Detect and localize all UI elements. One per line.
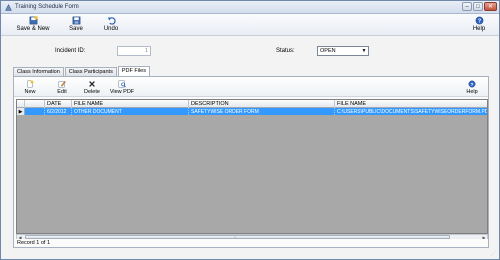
row-indicator-icon: ▶ [17, 108, 25, 115]
window-controls: – □ ✕ [462, 2, 497, 12]
pdf-files-grid: DATE FILE NAME DESCRIPTION FILE NAME ▶ 6… [16, 99, 488, 234]
help-button[interactable]: ? Help [461, 16, 497, 32]
help-icon: ? [468, 80, 476, 88]
training-schedule-window: Training Schedule Form – □ ✕ Save & New … [0, 0, 500, 260]
edit-button[interactable]: Edit [48, 80, 76, 95]
svg-text:?: ? [477, 19, 480, 25]
tab-class-participants[interactable]: Class Participants [64, 67, 117, 76]
scroll-grip-icon: ⁞ [234, 234, 236, 239]
incident-id-label: Incident ID: [55, 48, 86, 54]
edit-label: Edit [57, 89, 67, 95]
save-label: Save [69, 26, 83, 32]
save-new-button[interactable]: Save & New [15, 16, 51, 32]
undo-label: Undo [103, 26, 119, 32]
column-header-description[interactable]: DESCRIPTION [189, 100, 335, 108]
save-button[interactable]: Save [58, 16, 94, 32]
title-bar: Training Schedule Form – □ ✕ [1, 1, 499, 14]
save-icon [72, 16, 80, 25]
app-icon [5, 4, 12, 11]
cell-file-path[interactable]: C:\USERS\PUBLIC\DOCUMENTS\SAFETYWISEORDE… [335, 108, 487, 115]
incident-id-field[interactable]: 1 [117, 46, 151, 56]
row-header-corner [17, 100, 25, 108]
new-label: New [24, 89, 36, 95]
column-header-date[interactable]: DATE [45, 100, 72, 108]
delete-label: Delete [84, 89, 100, 95]
delete-icon [89, 81, 95, 87]
column-header-file-name[interactable]: FILE NAME [72, 100, 189, 108]
tab-strip: Class Information Class Participants PDF… [13, 66, 151, 76]
new-icon [27, 80, 34, 88]
pdf-toolbar: New Edit Delete View PDF ? Help [14, 77, 488, 97]
save-new-label: Save & New [16, 26, 50, 32]
grid-header: DATE FILE NAME DESCRIPTION FILE NAME [17, 100, 487, 108]
view-pdf-label: View PDF [109, 89, 135, 95]
tab-pdf-files[interactable]: PDF Files [117, 66, 150, 76]
column-header-file-path[interactable]: FILE NAME [335, 100, 487, 108]
status-select[interactable]: OPEN ▼ [317, 46, 369, 56]
pdf-files-panel: New Edit Delete View PDF ? Help DATE FIL… [13, 76, 489, 248]
cell-file-name[interactable]: OTHER DOCUMENT [72, 108, 189, 115]
close-button[interactable]: ✕ [484, 2, 497, 11]
help-label: Help [472, 26, 486, 32]
pdf-help-label: Help [466, 89, 478, 95]
save-new-icon [29, 16, 38, 25]
view-pdf-icon [118, 80, 126, 88]
resize-grip-icon[interactable]: ⋰ [491, 251, 497, 257]
view-pdf-button[interactable]: View PDF [108, 80, 136, 95]
new-button[interactable]: New [16, 80, 44, 95]
cell-description[interactable]: SAFETYWISE ORDER FORM [189, 108, 335, 115]
svg-text:?: ? [471, 82, 474, 88]
column-spacer [25, 100, 45, 108]
help-icon: ? [475, 16, 483, 25]
record-status-bar: Record 1 of 1 [13, 239, 489, 248]
undo-icon [107, 17, 116, 25]
window-title: Training Schedule Form [15, 4, 79, 10]
tab-class-information[interactable]: Class Information [13, 67, 64, 76]
status-value: OPEN [320, 48, 336, 54]
edit-icon [58, 80, 66, 88]
chevron-down-icon: ▼ [361, 48, 367, 54]
minimize-button[interactable]: – [462, 2, 472, 11]
status-label: Status: [276, 48, 295, 54]
table-row[interactable]: ▶ 6/2/2012 OTHER DOCUMENT SAFETYWISE ORD… [17, 108, 487, 115]
undo-button[interactable]: Undo [93, 16, 129, 32]
record-count: Record 1 of 1 [17, 240, 51, 246]
row-spacer-cell [25, 108, 45, 115]
main-toolbar: Save & New Save Undo ? Help [1, 14, 499, 36]
cell-date[interactable]: 6/2/2012 [45, 108, 72, 115]
delete-button[interactable]: Delete [78, 80, 106, 95]
maximize-button[interactable]: □ [473, 2, 483, 11]
pdf-help-button[interactable]: ? Help [458, 80, 486, 95]
